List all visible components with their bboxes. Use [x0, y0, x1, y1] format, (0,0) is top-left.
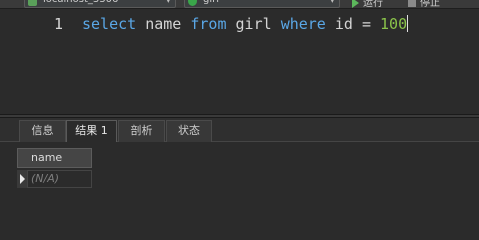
identifier-name: name [136, 15, 191, 33]
tab-result-1[interactable]: 结果 1 [66, 120, 117, 143]
line-number: 1 [53, 15, 63, 33]
line-number-gutter: 1 [0, 9, 71, 114]
connection-select-value: localhost_3306 [43, 0, 118, 5]
connection-icon [28, 0, 37, 6]
tab-profile[interactable]: 剖析 [118, 120, 165, 142]
database-icon [188, 0, 197, 6]
row-pointer-icon [20, 174, 25, 184]
stop-icon [408, 0, 416, 7]
result-grid: name (N/A) [0, 142, 479, 205]
keyword-select: select [82, 15, 137, 33]
code-line[interactable]: select name from girl where id = 100 [82, 15, 409, 33]
column-header-name[interactable]: name [17, 148, 92, 168]
toolbar: localhost_3306 ▼ girl ▼ 运行 停止 [0, 0, 479, 9]
stop-button-label: 停止 [420, 0, 440, 9]
text-caret [407, 15, 409, 32]
stop-button[interactable]: 停止 [408, 0, 440, 9]
chevron-down-icon: ▼ [165, 0, 171, 4]
number-literal: 100 [380, 15, 408, 33]
database-select[interactable]: girl ▼ [184, 0, 340, 8]
chevron-down-icon: ▼ [329, 0, 335, 4]
row-selector[interactable] [17, 170, 27, 188]
tab-info[interactable]: 信息 [19, 120, 66, 142]
run-button-label: 运行 [363, 0, 383, 9]
run-button[interactable]: 运行 [352, 0, 383, 9]
sql-editor[interactable]: 1 select name from girl where id = 100 [0, 9, 479, 114]
play-icon [352, 0, 359, 8]
connection-select[interactable]: localhost_3306 ▼ [24, 0, 176, 8]
keyword-from: from [190, 15, 227, 33]
table-cell[interactable]: (N/A) [27, 170, 92, 188]
identifier-table: girl [226, 15, 281, 33]
keyword-where: where [280, 15, 326, 33]
tab-status[interactable]: 状态 [166, 120, 212, 142]
result-tab-bar: 信息 结果 1 剖析 状态 [0, 118, 479, 143]
identifier-condition: id = [325, 15, 381, 33]
database-select-value: girl [203, 0, 219, 5]
